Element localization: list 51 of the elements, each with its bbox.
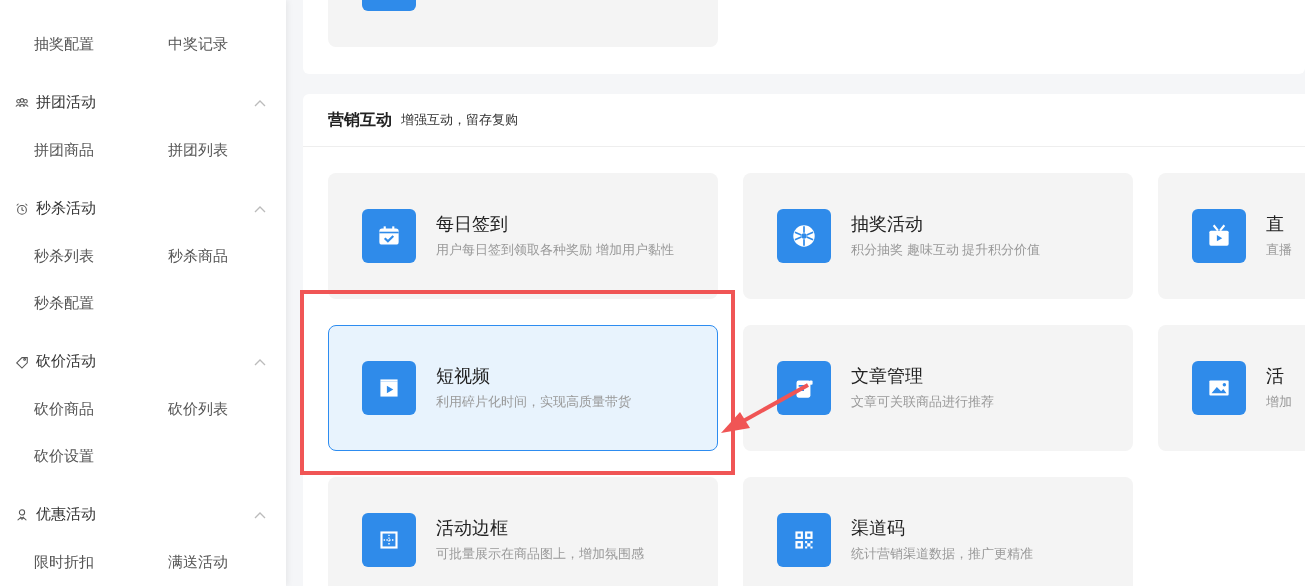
card-description: 用户每日签到领取各种奖励 增加用户黏性 — [436, 241, 675, 259]
card-description: 增加 — [1266, 393, 1293, 411]
card-description: 积分抽奖 趣味互动 提升积分价值 — [851, 241, 1042, 259]
menu-item[interactable]: 满送活动 — [168, 551, 228, 574]
menu-group-title[interactable]: 砍价活动 — [36, 350, 254, 373]
card-description: 直播 — [1266, 241, 1293, 259]
menu-item[interactable]: 秒杀列表 — [34, 245, 94, 268]
menu-item[interactable]: 秒杀配置 — [34, 292, 94, 315]
card-description: 可批量展示在商品图上，增加氛围感 — [436, 545, 645, 563]
card-title: 直 — [1266, 213, 1285, 236]
feature-card[interactable]: 文章管理 文章可关联商品进行推荐 — [743, 325, 1133, 451]
group-icon — [15, 354, 29, 369]
group-icon — [15, 95, 29, 110]
menu-item[interactable]: 秒杀商品 — [168, 245, 228, 268]
chevron-icon[interactable] — [254, 98, 266, 107]
card-description: 文章可关联商品进行推荐 — [851, 393, 995, 411]
card-title: 每日签到 — [436, 213, 509, 236]
menu-item[interactable]: 限时折扣 — [34, 551, 94, 574]
card-title: 文章管理 — [851, 365, 924, 388]
card-title: 渠道码 — [851, 517, 906, 540]
feature-card[interactable]: 抽奖活动 积分抽奖 趣味互动 提升积分价值 — [743, 173, 1133, 299]
section-title: 营销互动 — [328, 110, 392, 130]
feature-card[interactable]: 短视频 利用碎片化时间，实现高质量带货 — [328, 325, 718, 451]
card-description: 利用碎片化时间，实现高质量带货 — [436, 393, 632, 411]
menu-item[interactable]: 砍价商品 — [34, 398, 94, 421]
feature-card[interactable]: 渠道码 统计营销渠道数据，推广更精准 — [743, 477, 1133, 586]
menu-item[interactable]: 砍价列表 — [168, 398, 228, 421]
group-icon — [15, 201, 29, 216]
menu-item[interactable]: 拼团商品 — [34, 139, 94, 162]
group-icon — [15, 507, 29, 522]
menu-group-title[interactable]: 拼团活动 — [36, 91, 254, 114]
chevron-icon[interactable] — [254, 204, 266, 213]
card-title: 活动边框 — [436, 517, 509, 540]
chevron-icon[interactable] — [254, 357, 266, 366]
menu-group-title[interactable]: 秒杀活动 — [36, 197, 254, 220]
feature-card[interactable]: 每日签到 用户每日签到领取各种奖励 增加用户黏性 — [328, 173, 718, 299]
section-subtitle: 增强互动，留存复购 — [401, 111, 518, 130]
menu-item[interactable]: 中奖记录 — [168, 33, 228, 56]
card-title: 活 — [1266, 365, 1285, 388]
feature-card[interactable]: 活动边框 可批量展示在商品图上，增加氛围感 — [328, 477, 718, 586]
menu-item[interactable]: 拼团列表 — [168, 139, 228, 162]
card-title: 抽奖活动 — [851, 213, 924, 236]
feature-card[interactable]: 直 直播 — [1158, 173, 1305, 299]
card-title: 短视频 — [436, 365, 491, 388]
menu-item[interactable]: 砍价设置 — [34, 445, 94, 468]
menu-group-title[interactable]: 优惠活动 — [36, 503, 254, 526]
chevron-icon[interactable] — [254, 510, 266, 519]
menu-item[interactable]: 抽奖配置 — [34, 33, 94, 56]
card-description: 统计营销渠道数据，推广更精准 — [851, 545, 1034, 563]
app-icon — [362, 0, 416, 11]
feature-card[interactable]: 活 增加 — [1158, 325, 1305, 451]
